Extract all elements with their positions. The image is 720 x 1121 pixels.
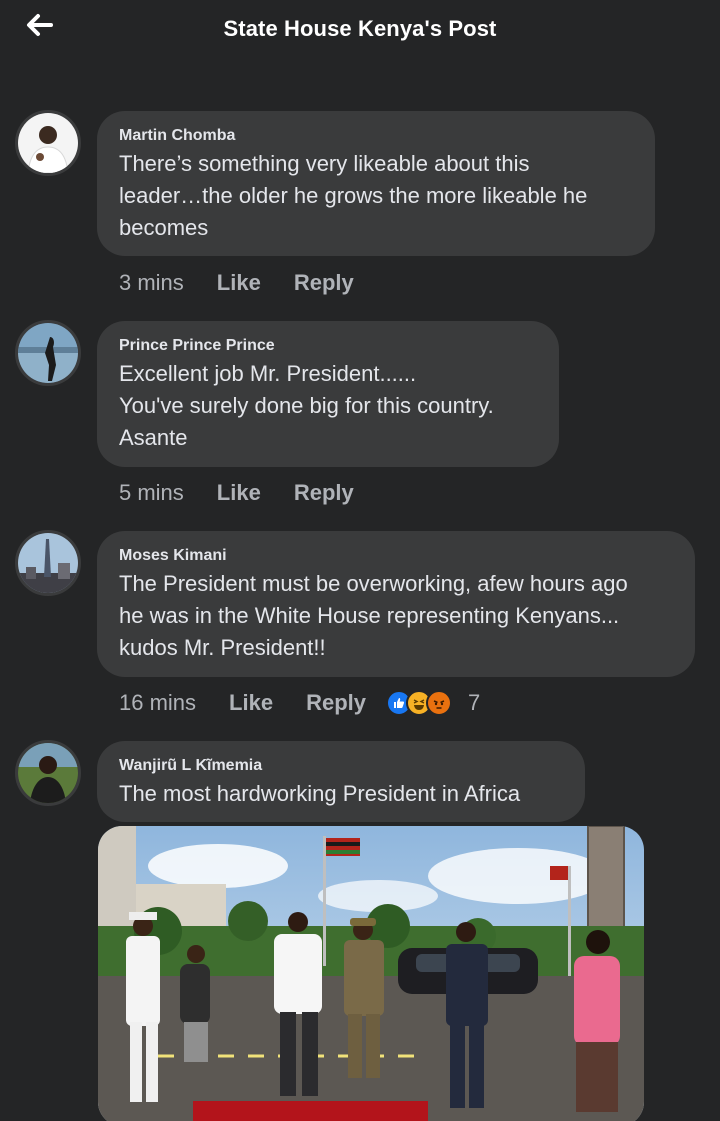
comment-timestamp[interactable]: 3 mins: [119, 270, 184, 296]
avatar[interactable]: [15, 740, 81, 806]
comment-timestamp[interactable]: 16 mins: [119, 690, 196, 716]
comment-actions: 16 mins Like Reply 7: [119, 688, 480, 718]
comment-actions: 5 mins Like Reply: [119, 478, 354, 508]
angry-reaction-icon: [426, 690, 452, 716]
comment-author[interactable]: Prince Prince Prince: [119, 336, 537, 356]
comment-author[interactable]: Martin Chomba: [119, 126, 633, 146]
like-button[interactable]: Like: [217, 480, 261, 506]
comment-author[interactable]: Moses Kimani: [119, 546, 673, 566]
comment-bubble[interactable]: Prince Prince Prince Excellent job Mr. P…: [97, 321, 559, 467]
like-button[interactable]: Like: [217, 270, 261, 296]
comment-bubble[interactable]: Martin Chomba There’s something very lik…: [97, 111, 655, 256]
comment-bubble[interactable]: Moses Kimani The President must be overw…: [97, 531, 695, 677]
comment-text: The President must be overworking, afew …: [119, 571, 628, 660]
comment-bubble[interactable]: Wanjirũ L Kĩmemia The most hardworking P…: [97, 741, 585, 822]
attached-photo[interactable]: [98, 826, 644, 1121]
comment-actions: 3 mins Like Reply: [119, 268, 354, 298]
comment-timestamp[interactable]: 5 mins: [119, 480, 184, 506]
avatar[interactable]: [15, 530, 81, 596]
comment-text: Excellent job Mr. President...... You've…: [119, 361, 494, 450]
reaction-summary[interactable]: 7: [386, 690, 480, 716]
top-bar: State House Kenya's Post: [0, 0, 720, 58]
comment-text: There’s something very likeable about th…: [119, 151, 588, 240]
page-title: State House Kenya's Post: [223, 16, 497, 41]
reaction-count: 7: [468, 690, 481, 715]
comment-text: The most hardworking President in Africa: [119, 781, 521, 806]
avatar[interactable]: [15, 110, 81, 176]
comment-author[interactable]: Wanjirũ L Kĩmemia: [119, 756, 563, 776]
avatar[interactable]: [15, 320, 81, 386]
reply-button[interactable]: Reply: [294, 480, 354, 506]
like-button[interactable]: Like: [229, 690, 273, 716]
reply-button[interactable]: Reply: [306, 690, 366, 716]
reply-button[interactable]: Reply: [294, 270, 354, 296]
